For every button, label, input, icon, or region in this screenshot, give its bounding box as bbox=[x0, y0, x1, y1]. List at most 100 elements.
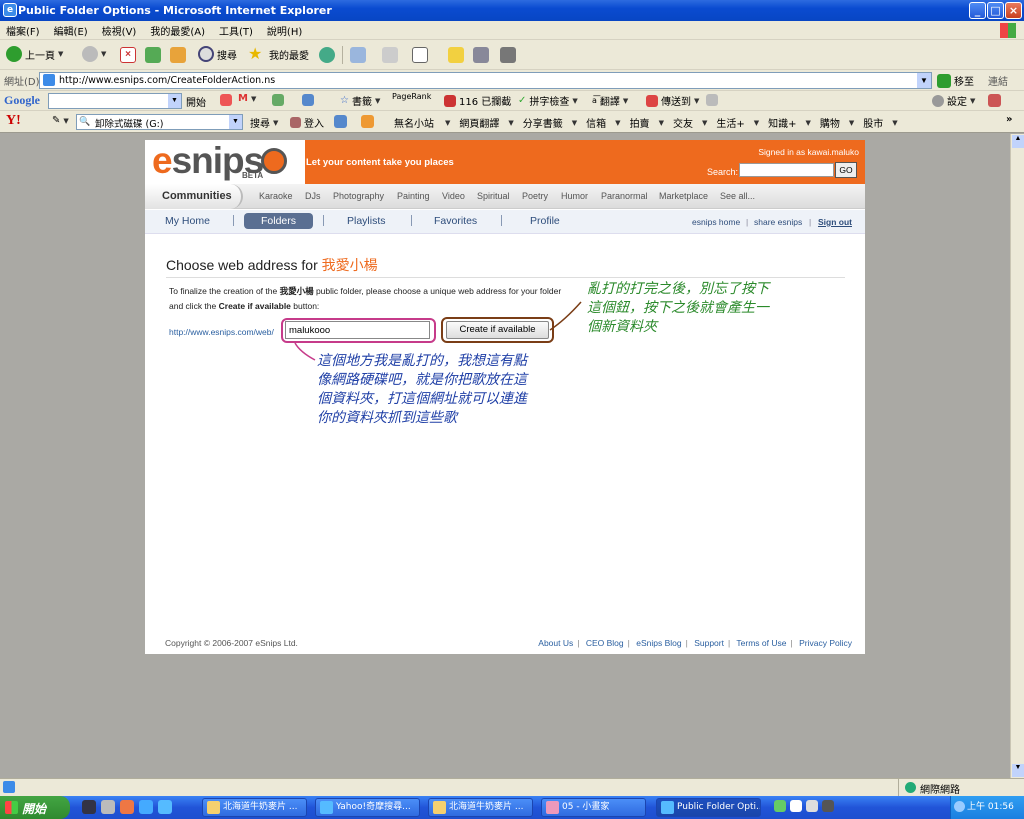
quicklaunch-ie-icon[interactable] bbox=[139, 800, 153, 814]
pencil-icon[interactable]: ✎ ▼ bbox=[52, 115, 69, 126]
edit-icon[interactable] bbox=[412, 47, 428, 63]
research-icon[interactable] bbox=[500, 47, 516, 63]
maximize-button[interactable]: □ bbox=[987, 2, 1004, 19]
tray-app-icon[interactable] bbox=[774, 800, 786, 812]
annotation-note-bottom: 這個地方我是亂打的，我想這有點 像網路硬碟吧，就是你把歌放在這 個資料夾，打這個… bbox=[317, 352, 527, 428]
highlighter-icon[interactable] bbox=[706, 94, 718, 106]
layout-icon[interactable] bbox=[334, 115, 347, 128]
quicklaunch-tool-icon[interactable] bbox=[101, 800, 115, 814]
scroll-down-icon[interactable]: ▼ bbox=[1012, 764, 1024, 777]
go-button[interactable]: 移至 bbox=[937, 73, 974, 88]
yahoo-link-mail[interactable]: 信箱 bbox=[586, 115, 606, 130]
yahoo-link-life[interactable]: 生活+ bbox=[716, 115, 744, 130]
scroll-up-icon[interactable]: ▲ bbox=[1012, 135, 1024, 148]
yahoo-link-auction[interactable]: 拍賣 bbox=[630, 115, 650, 130]
tray-keyboard-icon[interactable] bbox=[806, 800, 818, 812]
menu-tools[interactable]: 工具(T) bbox=[219, 23, 253, 38]
send-to-button[interactable]: 傳送到 ▼ bbox=[646, 93, 699, 108]
yahoo-link-knowledge[interactable]: 知識+ bbox=[768, 115, 796, 130]
history-icon[interactable] bbox=[319, 47, 335, 63]
back-button[interactable]: 上一頁 ▼ bbox=[6, 46, 63, 62]
taskbar-item[interactable]: 北海道牛奶麥片 ... bbox=[428, 798, 533, 817]
start-label: 開始 bbox=[22, 802, 47, 816]
clock[interactable]: 上午 01:56 bbox=[967, 802, 1014, 812]
tray-network-icon[interactable] bbox=[954, 801, 965, 812]
stop-icon[interactable]: × bbox=[120, 47, 136, 63]
tray-ime-icon[interactable] bbox=[790, 800, 802, 812]
taskbar-item[interactable]: Yahoo!奇摩搜尋... bbox=[315, 798, 420, 817]
footer-privacy[interactable]: Privacy Policy bbox=[799, 638, 852, 648]
share-icon[interactable] bbox=[302, 94, 314, 106]
menu-favorites[interactable]: 我的最愛(A) bbox=[150, 23, 205, 38]
window-title-bar[interactable]: e Public Folder Options - Microsoft Inte… bbox=[0, 0, 1024, 21]
google-search-button[interactable]: 開始 bbox=[186, 94, 206, 109]
puzzle-icon[interactable] bbox=[272, 94, 284, 106]
yahoo-search-input[interactable]: 🔍 卸除式磁碟 (G:) ▼ bbox=[76, 114, 243, 130]
yahoo-link-stocks[interactable]: 股市 bbox=[863, 115, 883, 130]
pagerank-button[interactable]: PageRank bbox=[392, 92, 431, 101]
yahoo-login-button[interactable]: 登入 bbox=[290, 115, 324, 130]
spellcheck-button[interactable]: ✓ 拼字檢查 ▼ bbox=[518, 93, 578, 108]
google-logo: Google bbox=[4, 93, 40, 107]
quicklaunch-media-icon[interactable] bbox=[120, 800, 134, 814]
yahoo-link-bookmarks[interactable]: 分享書籤 bbox=[523, 115, 563, 130]
vertical-scrollbar[interactable]: ▲ ▼ bbox=[1010, 134, 1024, 778]
address-dropdown-icon[interactable]: ▼ bbox=[917, 73, 931, 88]
highlight-icon[interactable] bbox=[361, 115, 374, 128]
google-search-input[interactable]: ▼ bbox=[48, 93, 182, 109]
address-input[interactable]: http://www.esnips.com/CreateFolderAction… bbox=[39, 72, 932, 89]
menu-help[interactable]: 說明(H) bbox=[267, 23, 302, 38]
home-icon[interactable] bbox=[170, 47, 186, 63]
quicklaunch-app-icon[interactable] bbox=[82, 800, 96, 814]
translate-button[interactable]: a͞ 翻譯 ▼ bbox=[592, 93, 628, 108]
forward-button[interactable]: ▼ bbox=[82, 46, 106, 62]
news-icon[interactable] bbox=[220, 94, 232, 106]
menu-edit[interactable]: 編輯(E) bbox=[54, 23, 88, 38]
start-button[interactable]: 開始 bbox=[0, 796, 70, 819]
quicklaunch-ie2-icon[interactable] bbox=[158, 800, 172, 814]
send-icon bbox=[646, 94, 658, 107]
popup-blocker[interactable]: 116 已攔截 bbox=[444, 93, 511, 108]
google-dropdown-icon[interactable]: ▼ bbox=[168, 94, 181, 108]
yahoo-link-wretch[interactable]: 無名小站 bbox=[394, 115, 434, 130]
extension-icon[interactable] bbox=[988, 94, 1001, 107]
yahoo-link-dating[interactable]: 交友 bbox=[673, 115, 693, 130]
go-label: 移至 bbox=[954, 77, 974, 88]
yahoo-search-button[interactable]: 搜尋 ▼ bbox=[250, 115, 278, 131]
favorites-button[interactable]: ★ 我的最愛 bbox=[248, 46, 309, 62]
task-label: 05 - 小畫家 bbox=[562, 802, 610, 812]
footer-support[interactable]: Support bbox=[694, 638, 724, 648]
footer-ceo-blog[interactable]: CEO Blog bbox=[586, 638, 624, 648]
footer-terms[interactable]: Terms of Use bbox=[736, 638, 786, 648]
links-label[interactable]: 連結 bbox=[988, 73, 1008, 88]
bookmarks-button[interactable]: ☆ 書籤 ▼ bbox=[340, 93, 380, 108]
translate-icon: a͞ bbox=[592, 96, 597, 105]
search-button[interactable]: 搜尋 bbox=[198, 46, 237, 62]
minimize-button[interactable]: _ bbox=[969, 2, 986, 19]
notes-icon[interactable] bbox=[448, 47, 464, 63]
task-label: Public Folder Opti... bbox=[677, 802, 761, 812]
taskbar-item-active[interactable]: Public Folder Opti... bbox=[656, 798, 761, 817]
tray-options-icon[interactable] bbox=[822, 800, 834, 812]
menu-view[interactable]: 檢視(V) bbox=[102, 23, 137, 38]
yahoo-toolbar: Y! ✎ ▼ 🔍 卸除式磁碟 (G:) ▼ 搜尋 ▼ 登入 無名小站 ▼ 網頁翻譯 ▼ … bbox=[0, 111, 1024, 133]
footer-about-us[interactable]: About Us bbox=[538, 638, 573, 648]
close-button[interactable]: × bbox=[1005, 2, 1022, 19]
go-arrow-icon bbox=[937, 73, 951, 88]
taskbar-item[interactable]: 05 - 小畫家 bbox=[541, 798, 646, 817]
footer-esnips-blog[interactable]: eSnips Blog bbox=[636, 638, 681, 648]
yahoo-link-translate[interactable]: 網頁翻譯 bbox=[459, 115, 499, 130]
refresh-icon[interactable] bbox=[145, 47, 161, 63]
yahoo-dropdown-icon[interactable]: ▼ bbox=[229, 115, 242, 129]
chevron-right-icon[interactable]: » bbox=[1006, 114, 1012, 125]
taskbar-item[interactable]: 北海道牛奶麥片 ... bbox=[202, 798, 307, 817]
yahoo-link-shopping[interactable]: 購物 bbox=[820, 115, 840, 130]
messenger-icon[interactable] bbox=[473, 47, 489, 63]
gmail-icon[interactable]: M ▼ bbox=[238, 93, 256, 104]
print-icon[interactable] bbox=[382, 47, 398, 63]
menu-file[interactable]: 檔案(F) bbox=[6, 23, 40, 38]
yahoo-logo[interactable]: Y! bbox=[6, 113, 21, 129]
settings-button[interactable]: 設定 ▼ bbox=[932, 93, 975, 108]
google-toolbar: Google ▼ 開始 M ▼ ☆ 書籤 ▼ PageRank 116 已攔截 ✓ … bbox=[0, 91, 1024, 111]
mail-icon[interactable] bbox=[350, 47, 366, 63]
